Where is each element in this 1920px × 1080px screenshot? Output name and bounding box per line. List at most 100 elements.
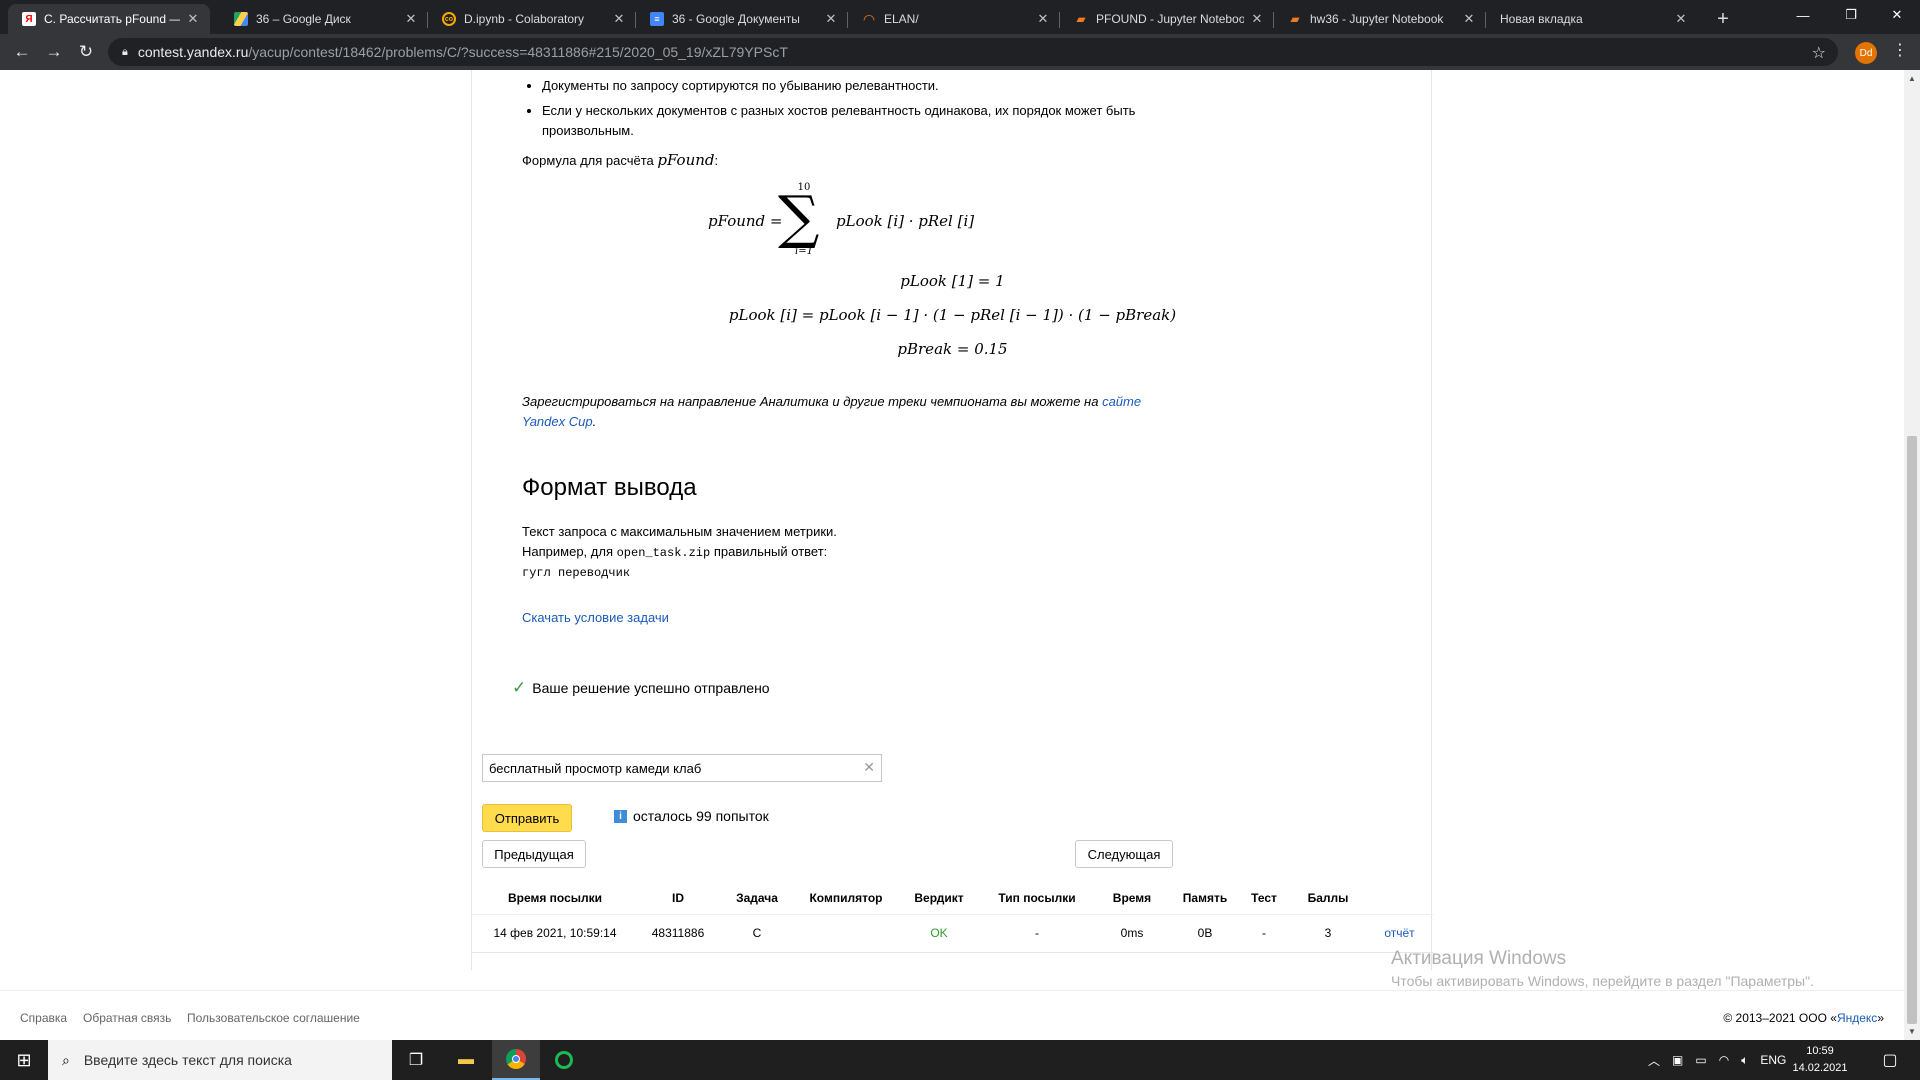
url-path: /yacup/contest/18462/problems/C/?success… bbox=[248, 44, 788, 60]
tab-pfound[interactable]: Я C. Рассчитать pFound — А ✕ bbox=[8, 4, 210, 34]
close-icon[interactable]: ✕ bbox=[1250, 11, 1264, 27]
column-header: Компилятор bbox=[809, 890, 883, 905]
reload-icon[interactable]: ↻ bbox=[74, 40, 98, 64]
scrollbar-thumb[interactable] bbox=[1907, 436, 1917, 1024]
taskbar-search[interactable]: ⌕ Введите здесь текст для поиска bbox=[48, 1040, 392, 1080]
cell-verdict: OK bbox=[896, 913, 982, 953]
tab-google-drive[interactable]: 36 – Google Диск ✕ bbox=[220, 4, 428, 34]
jupyter-icon: ◠ bbox=[863, 10, 875, 27]
column-header: Время bbox=[1112, 890, 1152, 905]
yandex-icon: Я bbox=[22, 12, 36, 26]
network-icon[interactable]: ▣ bbox=[1672, 1053, 1683, 1067]
activation-watermark-subtitle: Чтобы активировать Windows, перейдите в … bbox=[1391, 973, 1814, 989]
windows-start-icon[interactable]: ⊞ bbox=[0, 1040, 48, 1080]
cell-task: C bbox=[718, 913, 796, 953]
table-row: 14 фев 2021, 10:59:14 48311886 C OK - 0m… bbox=[472, 913, 1433, 953]
tab-new[interactable]: Новая вкладка ✕ bbox=[1486, 4, 1698, 34]
close-icon[interactable]: ✕ bbox=[612, 11, 626, 27]
language-indicator[interactable]: ENG bbox=[1760, 1053, 1786, 1067]
tab-title: D.ipynb - Colaboratory bbox=[464, 12, 585, 26]
footer-link-feedback[interactable]: Обратная связь bbox=[83, 1011, 171, 1025]
clear-icon[interactable]: ✕ bbox=[863, 759, 875, 776]
wifi-icon[interactable]: ◠ bbox=[1719, 1053, 1729, 1067]
chrome-icon[interactable] bbox=[492, 1040, 540, 1080]
formula-pfound: pFound = 10 ∑ i=1 pLook [i] · pRel [i] bbox=[708, 182, 975, 257]
formula-plook-1: pLook [1] = 1 bbox=[900, 272, 1005, 290]
lock-icon: 🔒︎ bbox=[122, 45, 128, 58]
formula-plook-i: pLook [i] = pLook [i − 1] · (1 − pRel [i… bbox=[728, 306, 1177, 324]
cell-time: 14 фев 2021, 10:59:14 bbox=[472, 913, 638, 953]
chevron-up-icon[interactable]: ︿ bbox=[1648, 1052, 1660, 1069]
previous-button[interactable]: Предыдущая bbox=[482, 840, 586, 868]
sum-icon: ∑ bbox=[778, 183, 820, 251]
close-icon[interactable]: ✕ bbox=[824, 11, 838, 27]
battery-icon[interactable]: ▭ bbox=[1695, 1053, 1706, 1067]
search-icon: ⌕ bbox=[62, 1051, 70, 1068]
file-explorer-icon[interactable]: ▬ bbox=[442, 1040, 490, 1080]
close-icon[interactable]: ✕ bbox=[404, 11, 418, 27]
google-drive-icon bbox=[234, 12, 248, 26]
system-tray: ︿ ▣ ▭ ◠ 🔈︎ ENG bbox=[1648, 1040, 1786, 1080]
column-header: Тип посылки bbox=[998, 890, 1076, 905]
footer-link-help[interactable]: Справка bbox=[20, 1011, 67, 1025]
close-icon[interactable]: ✕ bbox=[1674, 11, 1688, 27]
column-header: Вердикт bbox=[914, 890, 964, 905]
cell-exec-time: 0ms bbox=[1092, 913, 1172, 953]
report-link[interactable]: отчёт bbox=[1384, 926, 1414, 940]
bookmark-star-icon[interactable]: ☆ bbox=[1812, 43, 1826, 63]
back-icon[interactable]: ← bbox=[10, 40, 34, 64]
tab-title: 36 - Google Документы bbox=[672, 12, 800, 26]
tab-colab[interactable]: co D.ipynb - Colaboratory ✕ bbox=[428, 4, 636, 34]
windows-taskbar: ⊞ ⌕ Введите здесь текст для поиска ❐ ▬ ︿… bbox=[0, 1040, 1920, 1080]
tab-pfound-notebook[interactable]: ▰ PFOUND - Jupyter Noteboo ✕ bbox=[1060, 4, 1274, 34]
answer-input[interactable]: бесплатный просмотр камеди клаб ✕ bbox=[482, 754, 882, 782]
new-tab-button[interactable]: + bbox=[1710, 6, 1736, 32]
tab-hw36-notebook[interactable]: ▰ hw36 - Jupyter Notebook ✕ bbox=[1274, 4, 1486, 34]
menu-icon[interactable]: ⋮ bbox=[1890, 40, 1910, 60]
cell-score: 3 bbox=[1290, 913, 1366, 953]
scroll-down-icon[interactable]: ▼ bbox=[1908, 1027, 1916, 1036]
page-scrollbar[interactable]: ▲ ▼ bbox=[1904, 70, 1920, 1040]
list-item: Документы по запросу сортируются по убыв… bbox=[542, 76, 1162, 96]
tab-elan[interactable]: ◠ ELAN/ ✕ bbox=[848, 4, 1060, 34]
task-view-icon[interactable]: ❐ bbox=[392, 1040, 440, 1080]
url-host: contest.yandex.ru bbox=[137, 44, 249, 60]
column-header: Баллы bbox=[1307, 890, 1349, 905]
yandex-link[interactable]: Яндекс bbox=[1837, 1011, 1877, 1025]
colab-icon: co bbox=[442, 12, 456, 26]
address-bar[interactable]: 🔒︎ contest.yandex.ru/yacup/contest/18462… bbox=[108, 38, 1838, 66]
tab-title: PFOUND - Jupyter Noteboo bbox=[1096, 12, 1244, 26]
column-header: Память bbox=[1182, 890, 1228, 905]
table-header-row: Время посылки ID Задача Компилятор Верди… bbox=[472, 882, 1433, 914]
tab-title: C. Рассчитать pFound — А bbox=[44, 12, 180, 26]
close-icon[interactable]: ✕ bbox=[186, 11, 200, 27]
scroll-up-icon[interactable]: ▲ bbox=[1908, 74, 1916, 83]
next-button[interactable]: Следующая bbox=[1075, 840, 1173, 868]
jupyter-notebook-icon: ▰ bbox=[1076, 12, 1086, 26]
volume-icon[interactable]: 🔈︎ bbox=[1741, 1053, 1748, 1068]
notifications-icon[interactable]: ▢ bbox=[1866, 1040, 1914, 1080]
footer-link-terms[interactable]: Пользовательское соглашение bbox=[187, 1011, 360, 1025]
problem-bullets: Документы по запросу сортируются по убыв… bbox=[522, 76, 1162, 146]
download-statement-link[interactable]: Скачать условие задачи bbox=[522, 610, 1162, 625]
cell-compiler bbox=[796, 913, 896, 953]
avatar[interactable]: Dd bbox=[1855, 42, 1877, 64]
submit-button[interactable]: Отправить bbox=[482, 804, 572, 832]
forward-icon[interactable]: → bbox=[42, 40, 66, 64]
attempts-info: i осталось 99 попыток bbox=[614, 808, 769, 824]
tab-google-docs[interactable]: ≡ 36 - Google Документы ✕ bbox=[636, 4, 848, 34]
cell-type: - bbox=[982, 913, 1092, 953]
column-header: ID bbox=[672, 890, 684, 905]
taskbar-clock[interactable]: 10:59 14.02.2021 bbox=[1790, 1043, 1850, 1077]
close-window-button[interactable]: ✕ bbox=[1874, 0, 1920, 30]
activation-watermark-title: Активация Windows bbox=[1391, 948, 1567, 969]
close-icon[interactable]: ✕ bbox=[1036, 11, 1050, 27]
restore-button[interactable]: ❐ bbox=[1828, 0, 1874, 30]
success-message: ✓ Ваше решение успешно отправлено bbox=[512, 678, 770, 697]
close-icon[interactable]: ✕ bbox=[1462, 11, 1476, 27]
minimize-button[interactable]: — bbox=[1780, 0, 1826, 30]
app-ring-icon[interactable] bbox=[540, 1040, 588, 1080]
tab-title: ELAN/ bbox=[884, 12, 919, 26]
browser-tab-strip: Я C. Рассчитать pFound — А ✕ 36 – Google… bbox=[0, 0, 1920, 34]
formula-pbreak: pBreak = 0.15 bbox=[897, 340, 1008, 358]
